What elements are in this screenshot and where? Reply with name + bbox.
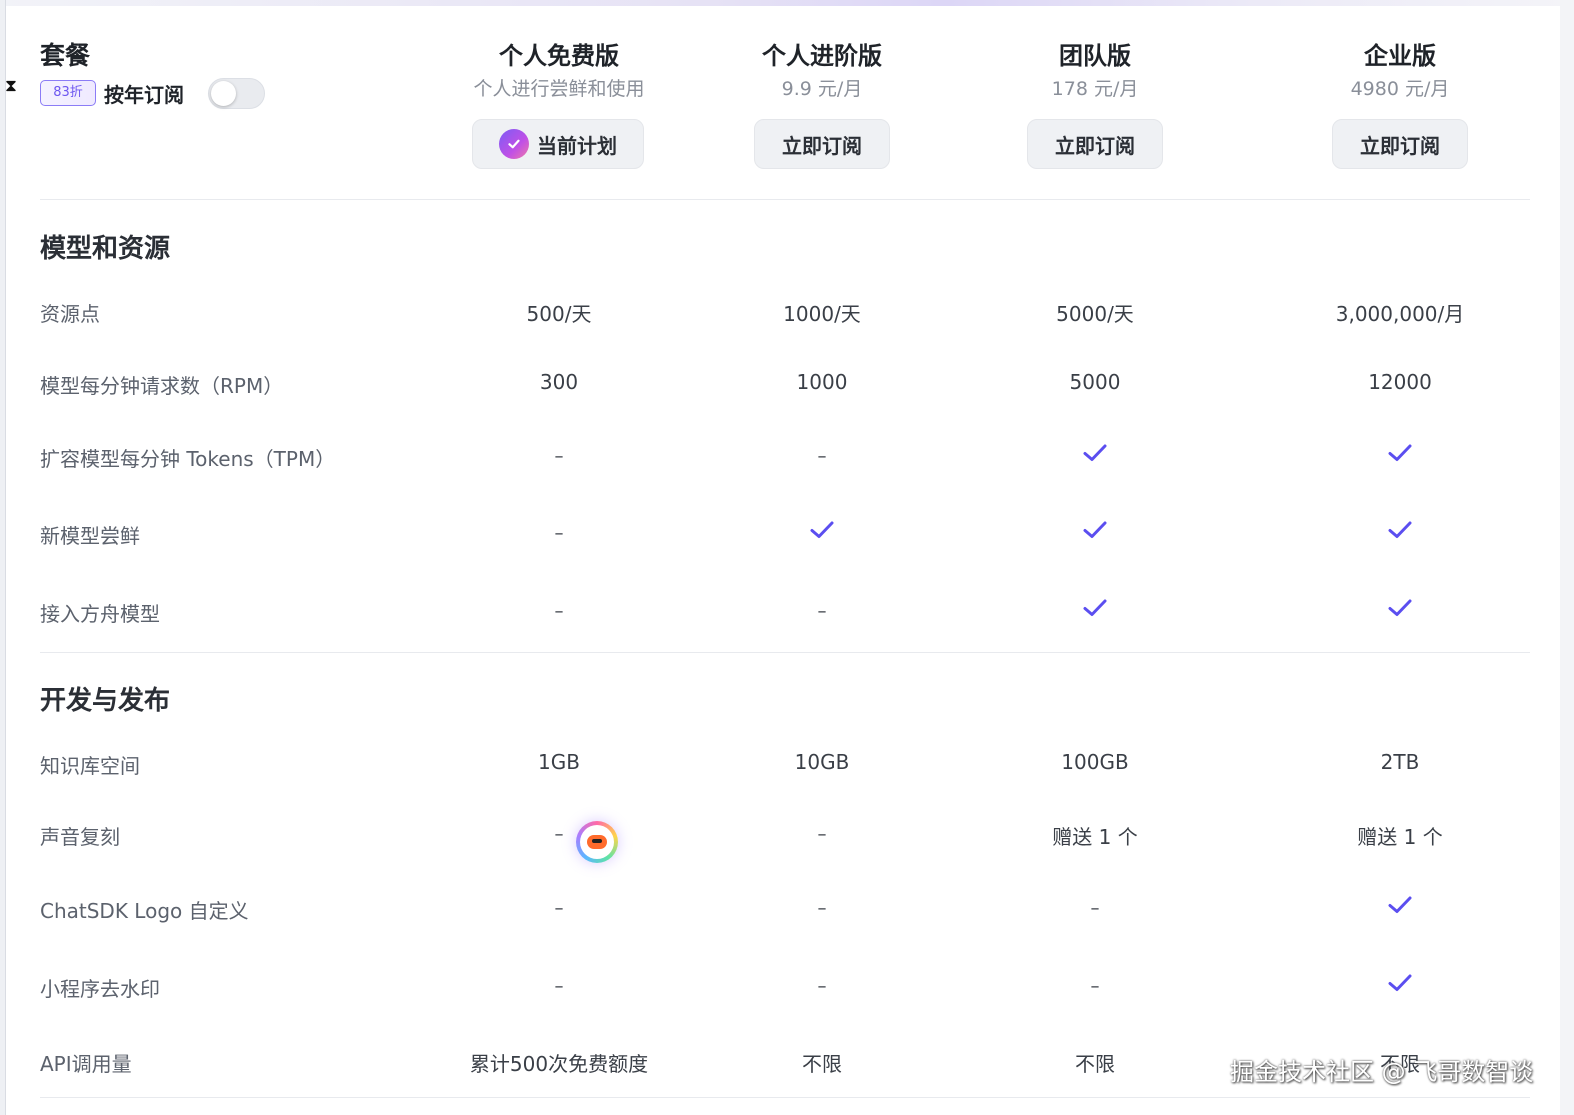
not-available-dash: – — [554, 523, 564, 544]
not-available-dash: – — [817, 898, 827, 919]
subscribe-advanced-button[interactable]: 立即订阅 — [754, 119, 890, 169]
plan-price: 178 元/月 — [1051, 78, 1139, 100]
feature-label: 声音复刻 — [40, 825, 120, 849]
not-available-dash: – — [817, 601, 827, 622]
feature-value: 1GB — [538, 750, 580, 774]
plan-header-advanced: 个人进阶版 9.9 元/月 — [702, 36, 942, 102]
feature-value: 5000/天 — [1056, 302, 1134, 326]
table-bottom-divider — [40, 1097, 1530, 1098]
plans-title: 套餐 — [40, 41, 91, 70]
not-available-dash: – — [1090, 976, 1100, 997]
section-divider — [40, 652, 1530, 653]
feature-label: API调用量 — [40, 1052, 132, 1076]
feature-label: ChatSDK Logo 自定义 — [40, 899, 249, 923]
feature-label: 知识库空间 — [40, 754, 140, 778]
feature-value: 赠送 1 个 — [1357, 825, 1443, 849]
feature-label: 资源点 — [40, 302, 100, 326]
feature-value: 100GB — [1061, 750, 1129, 774]
check-icon — [1270, 894, 1530, 921]
check-icon — [1270, 597, 1530, 624]
subscribe-enterprise-button[interactable]: 立即订阅 — [1332, 119, 1468, 169]
plan-name: 个人免费版 — [499, 42, 619, 70]
check-icon — [1270, 972, 1530, 999]
plan-name: 企业版 — [1364, 42, 1436, 70]
feature-value: 累计500次免费额度 — [469, 1052, 649, 1076]
plan-price: 9.9 元/月 — [781, 78, 863, 100]
feature-value: 1000/天 — [783, 302, 861, 326]
feature-value: 5000 — [1069, 370, 1121, 394]
right-window-edge — [1560, 0, 1574, 1115]
plan-header-free: 个人免费版 个人进行尝鲜和使用 — [439, 36, 679, 102]
section-title-development: 开发与发布 — [40, 686, 171, 716]
plan-header-team: 团队版 178 元/月 — [975, 36, 1215, 102]
check-icon — [692, 519, 952, 546]
section-title-models: 模型和资源 — [40, 234, 171, 264]
plan-name: 个人进阶版 — [762, 42, 882, 70]
yearly-subscription-toggle[interactable] — [208, 78, 265, 109]
feature-value: 1000 — [796, 370, 848, 394]
check-icon — [965, 597, 1225, 624]
not-available-dash: – — [554, 976, 564, 997]
yearly-subscription-label: 按年订阅 — [104, 83, 184, 107]
feature-label: 模型每分钟请求数（RPM） — [40, 374, 284, 398]
feature-label: 扩容模型每分钟 Tokens（TPM） — [40, 447, 336, 471]
not-available-dash: – — [554, 824, 564, 845]
check-icon — [1270, 442, 1530, 469]
not-available-dash: – — [554, 446, 564, 467]
feature-value: 300 — [539, 370, 579, 394]
plan-price: 4980 元/月 — [1350, 78, 1450, 100]
plan-name: 团队版 — [1059, 42, 1131, 70]
feature-label: 小程序去水印 — [40, 977, 160, 1001]
not-available-dash: – — [554, 898, 564, 919]
current-plan-button[interactable]: 当前计划 — [472, 119, 644, 169]
toggle-knob — [211, 81, 236, 106]
not-available-dash: – — [817, 824, 827, 845]
feature-label: 新模型尝鲜 — [40, 524, 140, 548]
feature-value: 赠送 1 个 — [1052, 825, 1138, 849]
feature-value: 10GB — [794, 750, 850, 774]
assistant-avatar-icon[interactable] — [576, 821, 618, 863]
feature-value: 500/天 — [526, 302, 592, 326]
subscribe-team-button[interactable]: 立即订阅 — [1027, 119, 1163, 169]
plan-header-enterprise: 企业版 4980 元/月 — [1280, 36, 1520, 102]
plan-price: 个人进行尝鲜和使用 — [473, 78, 645, 100]
feature-value: 12000 — [1368, 370, 1432, 394]
check-icon — [965, 442, 1225, 469]
not-available-dash: – — [817, 446, 827, 467]
not-available-dash: – — [1090, 898, 1100, 919]
header-divider — [40, 199, 1530, 200]
watermark-text: 掘金技术社区 @ 飞哥数智谈 — [1230, 1058, 1534, 1086]
discount-badge: 83折 — [40, 80, 96, 106]
feature-value: 不限 — [1075, 1052, 1115, 1076]
check-circle-icon — [499, 129, 529, 159]
not-available-dash: – — [554, 601, 564, 622]
feature-value: 2TB — [1380, 750, 1420, 774]
check-icon — [1270, 519, 1530, 546]
current-plan-label: 当前计划 — [537, 133, 617, 158]
feature-label: 接入方舟模型 — [40, 602, 160, 626]
check-icon — [965, 519, 1225, 546]
not-available-dash: – — [817, 976, 827, 997]
feature-value: 不限 — [802, 1052, 842, 1076]
feature-value: 3,000,000/月 — [1335, 302, 1465, 326]
